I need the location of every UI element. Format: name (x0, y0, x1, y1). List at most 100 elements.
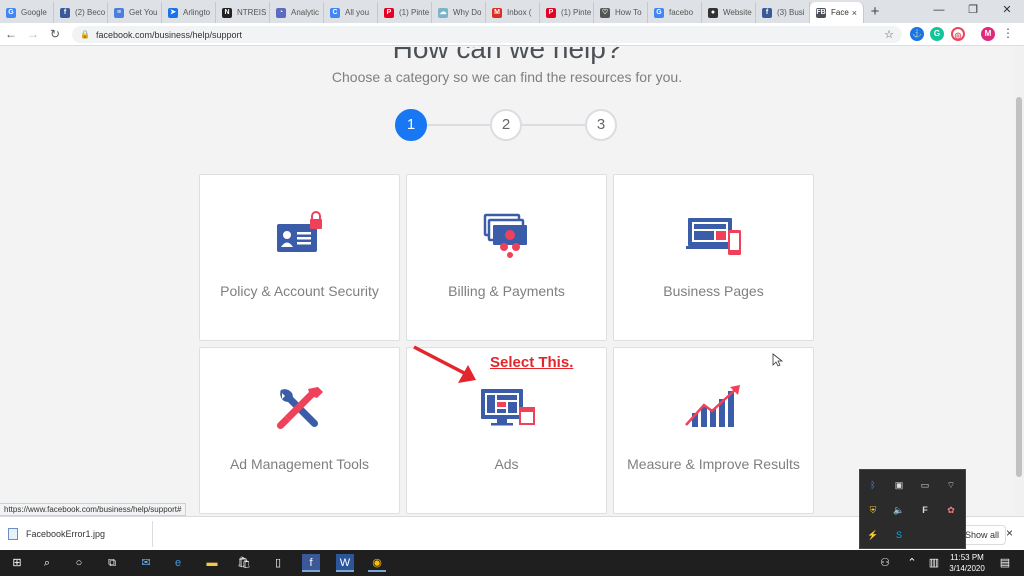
browser-tab[interactable]: ➤ Arlingto (162, 2, 216, 23)
new-tab-button[interactable]: + (864, 2, 886, 23)
monitor-ads-icon (481, 389, 535, 426)
start-windows-icon[interactable]: ⊞ (8, 554, 26, 572)
search-icon[interactable]: ⌕ (38, 554, 56, 572)
browser-tab[interactable]: FB Face × (810, 2, 864, 23)
tray-flower-icon[interactable]: ✿ (944, 503, 958, 517)
browser-tab[interactable]: ☁ Why Do (432, 2, 486, 23)
browser-tab[interactable]: Gfacebo (648, 2, 702, 23)
tab-favicon-icon: P (384, 7, 394, 18)
bar-chart-growth-icon (685, 385, 740, 427)
profile-avatar[interactable]: M (981, 27, 995, 41)
download-filename: FacebookError1.jpg (26, 529, 106, 539)
browser-tab[interactable]: ♡ How To (594, 2, 648, 23)
tray-update-icon[interactable]: ⚡ (866, 528, 880, 542)
extension-icon[interactable]: ⚓ (910, 27, 924, 41)
tab-title: NTREIS (237, 8, 267, 17)
device-icon[interactable]: ▯ (269, 554, 287, 572)
browser-tab[interactable]: N NTREIS (216, 2, 270, 23)
word-icon[interactable]: W (336, 554, 354, 572)
category-business-pages[interactable]: Business Pages (613, 174, 814, 341)
category-measure-improve-results[interactable]: Measure & Improve Results (613, 347, 814, 514)
browser-tab[interactable]: P (1) Pinte (540, 2, 594, 23)
close-download-shelf-button[interactable]: × (1006, 526, 1013, 540)
id-card-lock-icon (277, 211, 322, 252)
file-explorer-icon[interactable]: ▬ (203, 554, 221, 572)
facebook-app-icon[interactable]: f (302, 554, 320, 572)
chrome-icon[interactable]: ◉ (368, 554, 386, 572)
category-ad-management-tools[interactable]: Ad Management Tools (199, 347, 400, 514)
tab-title: Website (723, 8, 752, 17)
maximize-button[interactable]: ❐ (956, 0, 990, 22)
tray-f-icon[interactable]: F (918, 503, 932, 517)
back-button[interactable]: ← (0, 27, 22, 41)
mouse-cursor-icon (772, 353, 784, 367)
browser-tab[interactable]: ● Website (702, 2, 756, 23)
category-label: Ads (494, 456, 519, 472)
edge-icon[interactable]: e (169, 554, 187, 572)
tab-title: Google (21, 8, 47, 17)
cortana-icon[interactable]: ○ (70, 554, 88, 572)
browser-tab[interactable]: C All you (324, 2, 378, 23)
minimize-button[interactable]: — (922, 0, 956, 22)
category-label: Ad Management Tools (229, 456, 370, 472)
show-hidden-icons-chevron-icon[interactable]: ⌃ (903, 554, 921, 572)
category-billing-payments[interactable]: Billing & Payments (406, 174, 607, 341)
tab-title: Arlingto (183, 8, 211, 17)
browser-tab[interactable]: G Google (0, 2, 54, 23)
step-3: 3 (585, 109, 617, 141)
close-tab-icon[interactable]: × (852, 8, 857, 18)
browser-tab[interactable]: f (2) Beco (54, 2, 108, 23)
category-label: Business Pages (663, 283, 764, 299)
bookmark-star-icon[interactable]: ☆ (884, 28, 894, 41)
page-content: How can we help? Choose a category so we… (0, 47, 1014, 515)
reload-button[interactable]: ↻ (44, 27, 66, 41)
battery-icon[interactable]: ▭ (918, 478, 932, 492)
mail-icon[interactable]: ✉ (137, 554, 155, 572)
annotation-arrow-icon (413, 345, 476, 383)
address-bar[interactable]: 🔒 facebook.com/business/help/support ☆ (72, 26, 902, 43)
tab-favicon-icon: ≡ (114, 7, 124, 18)
wifi-icon[interactable]: ⌔ (944, 478, 958, 492)
page-title: How can we help? (392, 47, 622, 64)
browser-tab[interactable]: ≡ Get You (108, 2, 162, 23)
url-text: facebook.com/business/help/support (95, 29, 243, 40)
tray-app-icon[interactable]: ▣ (892, 478, 906, 492)
system-clock[interactable]: 11:53 PM 3/14/2020 (944, 552, 990, 574)
step-connector (427, 124, 490, 126)
browser-tab[interactable]: ◔ Analytic (270, 2, 324, 23)
store-icon[interactable]: 🛍 (235, 554, 253, 572)
people-icon[interactable]: ⚇ (876, 554, 894, 572)
action-center-icon[interactable]: ▤ (996, 554, 1014, 572)
lock-icon: 🔒 (80, 30, 90, 39)
close-window-button[interactable]: ✕ (990, 0, 1024, 22)
extension-target-icon[interactable]: ◎ (951, 27, 965, 41)
tab-title: (1) Pinte (561, 8, 592, 17)
category-policy-account-security[interactable]: Policy & Account Security (199, 174, 400, 341)
forward-button[interactable]: → (22, 27, 44, 41)
image-file-icon (8, 528, 18, 540)
tab-favicon-icon: ♡ (600, 7, 610, 18)
tab-title: How To (615, 8, 642, 17)
tab-title: Inbox ( (507, 8, 532, 17)
skype-icon[interactable]: S (892, 528, 906, 542)
tab-title: Get You (129, 8, 158, 17)
task-view-icon[interactable]: ⧉ (103, 554, 121, 572)
scrollbar-thumb[interactable] (1016, 97, 1022, 477)
download-item[interactable]: FacebookError1.jpg (8, 523, 105, 545)
step-2: 2 (490, 109, 522, 141)
shield-icon[interactable]: ⛨ (866, 503, 880, 517)
volume-icon[interactable]: 🔈 (892, 503, 906, 517)
bluetooth-icon[interactable]: ᛒ (866, 478, 880, 492)
network-icon[interactable]: ▥ (925, 554, 943, 572)
tab-strip: G Google f (2) Beco ≡ Get You ➤ Arlingto N NTREIS… (0, 0, 1024, 23)
browser-tab[interactable]: M Inbox ( (486, 2, 540, 23)
tab-favicon-icon: f (762, 7, 772, 18)
page-scrollbar[interactable] (1014, 47, 1024, 515)
browser-menu-icon[interactable]: ⋮ (1002, 26, 1014, 40)
clock-date: 3/14/2020 (949, 564, 985, 573)
category-label: Measure & Improve Results (627, 456, 800, 472)
grammarly-icon[interactable]: G (930, 27, 944, 41)
browser-tab[interactable]: P (1) Pinte (378, 2, 432, 23)
browser-tab[interactable]: f (3) Busi (756, 2, 810, 23)
monitor-phone-icon (686, 218, 741, 255)
